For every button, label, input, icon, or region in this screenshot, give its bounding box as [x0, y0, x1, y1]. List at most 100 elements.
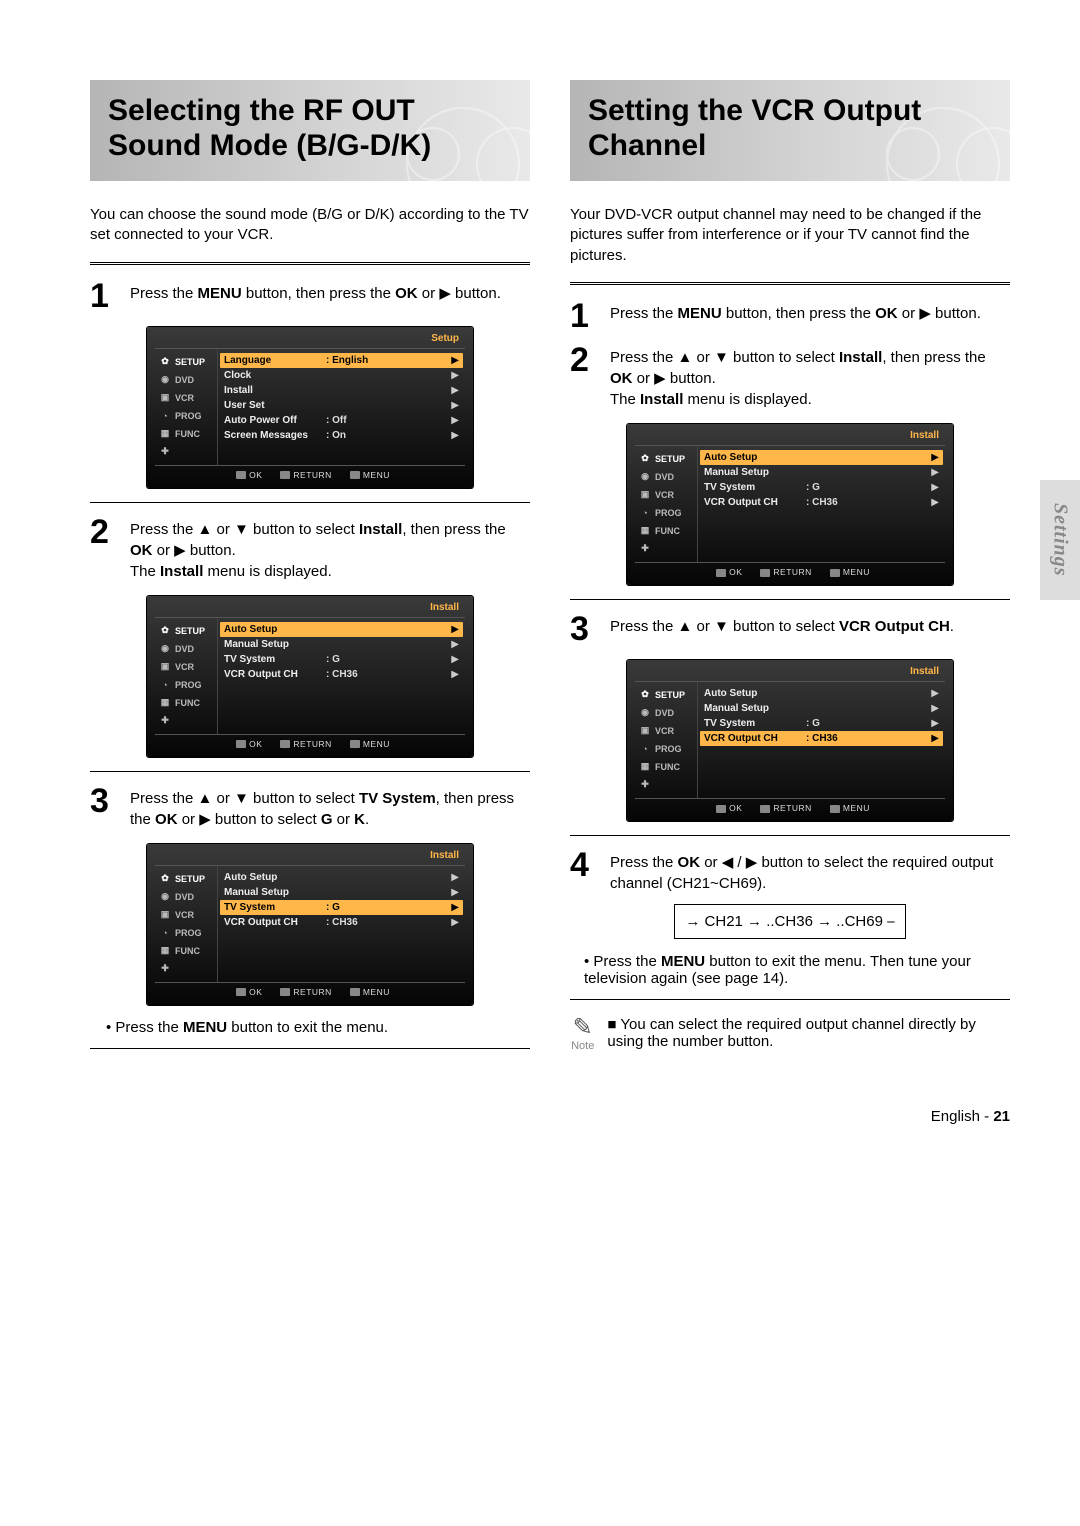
osd-row-label: Auto Power Off: [224, 415, 320, 426]
chevron-right-icon: ▶: [451, 639, 459, 650]
osd-tab-icon: ▦: [159, 697, 171, 709]
osd-tab-icon: ◔: [159, 927, 171, 939]
divider: [90, 771, 530, 772]
left-step-1: 1 Press the MENU button, then press the …: [90, 279, 530, 313]
osd-row: Install ▶: [220, 383, 463, 398]
osd-tab-icon: ▣: [159, 661, 171, 673]
osd-tab-icon: ◔: [159, 679, 171, 691]
osd-setup-menu: Setup✿SETUP◉DVD▣VCR◔PROG▦FUNC✚Language: …: [147, 327, 473, 488]
left-header: Selecting the RF OUT Sound Mode (B/G-D/K…: [90, 80, 530, 181]
osd-title: Install: [635, 666, 945, 682]
step-number: 4: [570, 848, 600, 882]
right-header: Setting the VCR Output Channel: [570, 80, 1010, 181]
osd-tab-extra: ✚: [155, 960, 217, 978]
chevron-right-icon: ▶: [451, 669, 459, 680]
osd-tab-icon: ✿: [639, 453, 651, 465]
osd-row: Manual Setup▶: [220, 885, 463, 900]
osd-tab-icon: ✿: [159, 625, 171, 637]
osd-row-label: Auto Setup: [224, 872, 320, 883]
step-text: Press the ▲ or ▼ button to select VCR Ou…: [610, 612, 954, 637]
osd-tab-icon: ◉: [639, 471, 651, 483]
osd-row-value: : CH36: [806, 497, 854, 508]
osd-tab-icon: ◔: [159, 410, 171, 422]
divider: [90, 262, 530, 265]
osd-row: Manual Setup▶: [700, 701, 943, 716]
osd-tab-dvd: ◉DVD: [635, 704, 697, 722]
footer-sep: -: [980, 1108, 993, 1125]
osd-tab-prog: ◔PROG: [155, 676, 217, 694]
chevron-right-icon: ▶: [451, 902, 459, 913]
osd-tab-prog: ◔PROG: [635, 504, 697, 522]
osd-row-label: TV System: [704, 718, 800, 729]
left-step-3: 3 Press the ▲ or ▼ button to select TV S…: [90, 784, 530, 830]
left-title: Selecting the RF OUT Sound Mode (B/G-D/K…: [108, 94, 512, 163]
footer-page-number: 21: [993, 1108, 1010, 1125]
osd-tab-icon: ▣: [639, 725, 651, 737]
osd-row: Auto Setup▶: [220, 622, 463, 637]
osd-tab-label: SETUP: [175, 626, 205, 636]
right-intro: Your DVD-VCR output channel may need to …: [570, 205, 1010, 266]
note-icon: ✎ Note: [570, 1016, 595, 1052]
osd-row-label: Install: [224, 385, 320, 396]
osd-tab-icon: ◉: [159, 891, 171, 903]
osd-row-label: TV System: [224, 654, 320, 665]
osd-tab-icon: ◉: [159, 374, 171, 386]
osd-row-label: VCR Output CH: [704, 733, 800, 744]
osd-tab-prog: ◔PROG: [155, 407, 217, 425]
chevron-right-icon: ▶: [451, 917, 459, 928]
plus-icon: ✚: [639, 543, 651, 555]
osd-row-label: Screen Messages: [224, 430, 320, 441]
step-number: 1: [90, 279, 120, 313]
osd-tab-icon: ✿: [159, 873, 171, 885]
osd-title: Install: [155, 850, 465, 866]
step-text: Press the ▲ or ▼ button to select TV Sys…: [130, 784, 530, 830]
osd-tab-label: VCR: [655, 490, 674, 500]
step-text: Press the OK or ◀ / ▶ button to select t…: [610, 848, 1010, 894]
osd-row-label: Manual Setup: [704, 467, 800, 478]
osd-row-label: VCR Output CH: [224, 917, 320, 928]
osd-tab-icon: ◉: [159, 643, 171, 655]
chevron-right-icon: ▶: [451, 400, 459, 411]
note-label: Note: [571, 1040, 594, 1052]
osd-tab-icon: ✿: [639, 689, 651, 701]
right-title: Setting the VCR Output Channel: [588, 94, 992, 163]
osd-row: VCR Output CH: CH36▶: [700, 731, 943, 746]
chevron-right-icon: ▶: [451, 872, 459, 883]
osd-row: TV System: G▶: [220, 900, 463, 915]
divider: [570, 599, 1010, 600]
osd-tab-label: DVD: [175, 375, 194, 385]
chevron-right-icon: ▶: [451, 355, 459, 366]
osd-tab-setup: ✿SETUP: [155, 870, 217, 888]
section-tab: Settings: [1040, 480, 1080, 600]
osd-tab-vcr: ▣VCR: [155, 658, 217, 676]
right-step-4: 4 Press the OK or ◀ / ▶ button to select…: [570, 848, 1010, 894]
right-step-2: 2 Press the ▲ or ▼ button to select Inst…: [570, 343, 1010, 410]
osd-footer: OKRETURNMENU: [155, 982, 465, 997]
osd-tab-label: FUNC: [175, 946, 200, 956]
osd-row-label: TV System: [224, 902, 320, 913]
osd-row: Auto Setup▶: [700, 686, 943, 701]
osd-row-value: : English: [326, 355, 374, 366]
osd-tab-label: DVD: [655, 708, 674, 718]
osd-tab-extra: ✚: [155, 712, 217, 730]
osd-row: Language: English▶: [220, 353, 463, 368]
chevron-right-icon: ▶: [451, 385, 459, 396]
osd-tab-label: VCR: [175, 910, 194, 920]
divider: [90, 502, 530, 503]
left-exit-bullet: • Press the MENU button to exit the menu…: [118, 1019, 530, 1036]
osd-tab-dvd: ◉ DVD: [155, 371, 217, 389]
chevron-right-icon: ▶: [451, 430, 459, 441]
chevron-right-icon: ▶: [931, 733, 939, 744]
chevron-right-icon: ▶: [931, 703, 939, 714]
osd-tab-prog: ◔PROG: [635, 740, 697, 758]
divider: [570, 999, 1010, 1000]
osd-tab-func: ▦FUNC: [155, 425, 217, 443]
osd-tab-icon: ▦: [159, 428, 171, 440]
osd-footer: OKRETURNMENU: [635, 562, 945, 577]
note-block: ✎ Note ■ You can select the required out…: [570, 1016, 1010, 1052]
osd-tab-icon: ▦: [159, 945, 171, 957]
osd-title: Setup: [155, 333, 465, 349]
osd-row: TV System: G▶: [700, 480, 943, 495]
osd-row-value: : On: [326, 430, 374, 441]
osd-row: VCR Output CH: CH36▶: [220, 667, 463, 682]
